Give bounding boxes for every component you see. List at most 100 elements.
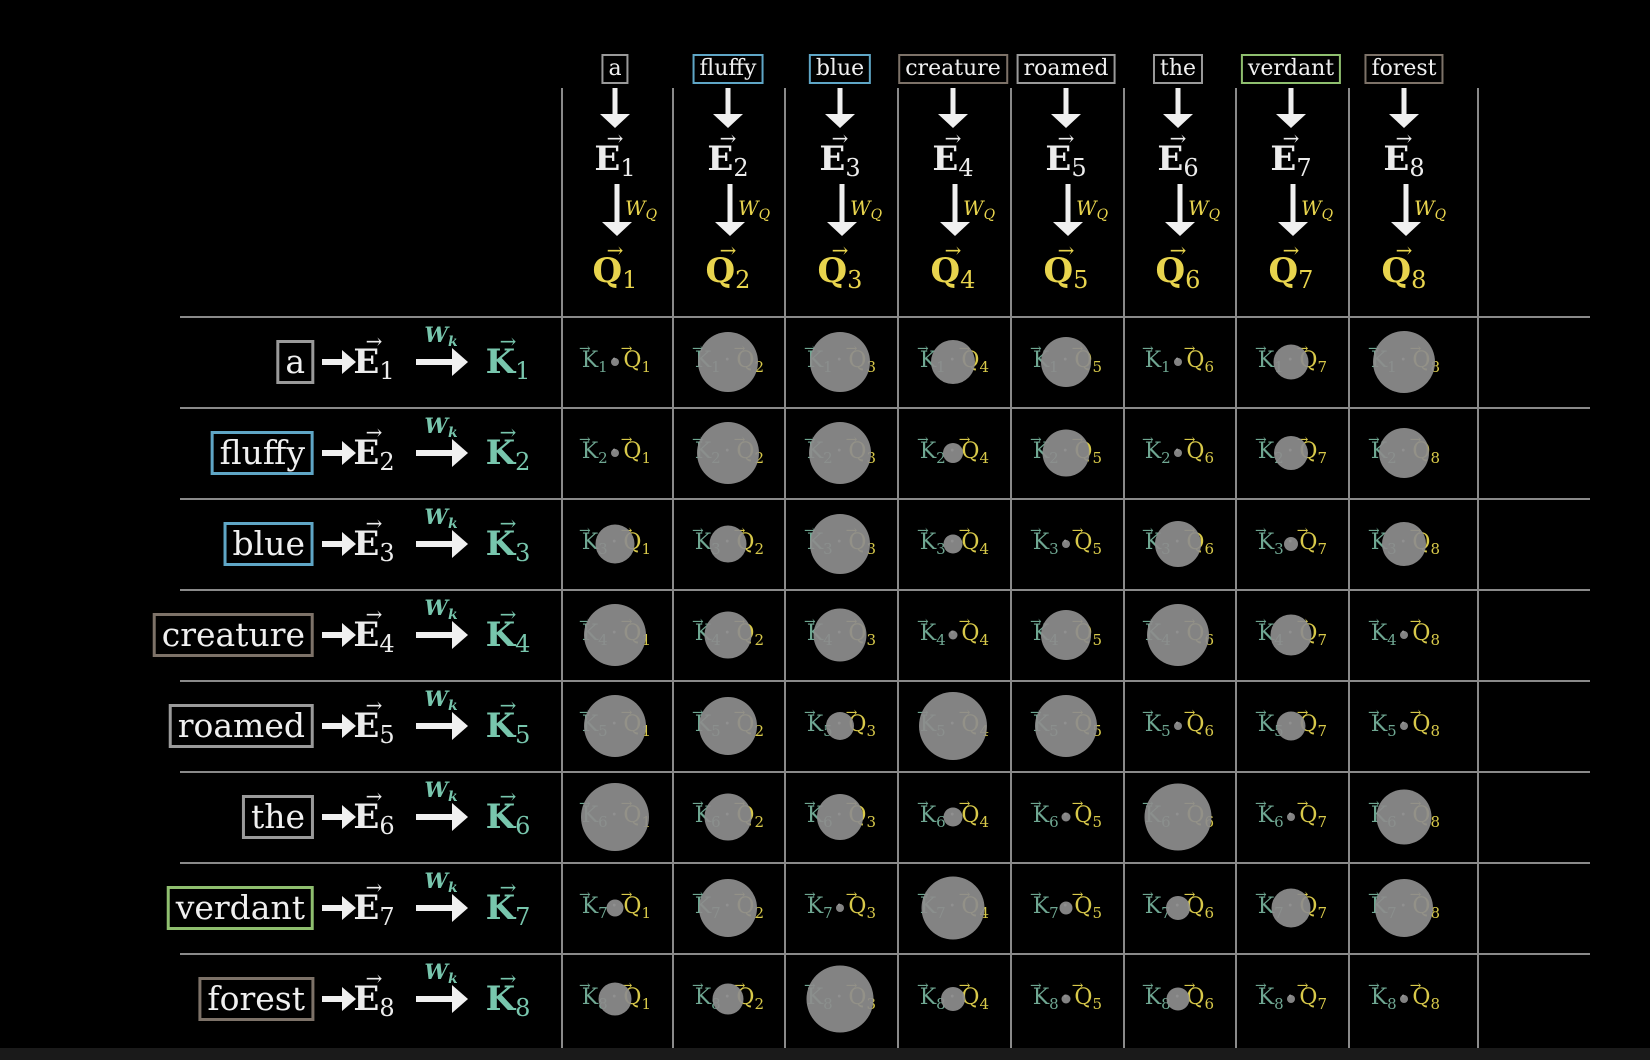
query-vector-5: → Q5 [1044,240,1089,292]
key-matrix-letter: W [424,959,448,984]
query-index: 4 [979,358,990,376]
dot-product-circle-r2c1 [611,449,619,457]
dot-product-circle-r1c6 [1174,358,1182,366]
right-arrow [322,532,356,556]
row-embedding-3-index: 3 [379,539,395,567]
down-arrow-head [827,222,857,236]
vec-arrow: → [691,978,704,994]
key-index: 3 [1274,540,1284,558]
key-matrix-sub: k [447,607,458,623]
column-embedding-3: → E3 [819,128,860,180]
grid-vline [897,88,899,1048]
query-vector-7-index: 7 [1298,266,1314,294]
grid-vline [1010,88,1012,1048]
row-embedding-5-arrow: → [365,693,383,717]
query-symbol: →Q1 [621,432,652,467]
key-index: 4 [1387,631,1397,649]
vec-arrow: → [845,887,858,903]
query-symbol: →Q8 [1410,614,1440,649]
dot-product-circle-r5c6 [1174,722,1182,730]
vec-arrow: → [1296,796,1309,812]
key-index: 1 [598,358,608,376]
dot-product-circle-r6c2 [704,793,752,841]
dot-product-circle-r3c2 [709,525,747,563]
query-symbol: →Q7 [1297,978,1328,1013]
vec-arrow: → [1071,523,1084,539]
right-arrow [416,803,468,831]
key-matrix-sub: k [447,425,458,441]
vec-arrow: → [578,341,591,357]
query-index: 4 [979,631,990,649]
key-vector-4: → K4 [486,604,531,656]
query-matrix-letter: W [963,196,984,220]
dot-product-circle-r8c8 [1400,995,1408,1003]
query-matrix-sub: Q [1434,207,1447,223]
query-index: 7 [1317,995,1328,1013]
grid-hline [180,680,1590,682]
query-symbol: →Q4 [959,523,989,558]
query-index: 4 [979,995,990,1013]
column-token-6: the [1152,54,1204,84]
query-matrix-letter: W [1188,196,1209,220]
dot-product-circle-r4c6 [1147,604,1209,666]
dot-product-circle-r7c6 [1166,896,1190,920]
query-matrix-letter: W [1414,196,1435,220]
right-arrow [416,621,468,649]
right-arrow [322,623,356,647]
query-matrix-label-4: WQ [963,196,995,223]
vec-arrow: → [1141,341,1154,357]
dot-product-circle-r4c5 [1041,610,1091,660]
dot-product-circle-r2c8 [1379,428,1429,478]
grid-hline [180,407,1590,409]
query-index: 1 [641,540,652,558]
vec-arrow: → [803,887,816,903]
vec-arrow: → [1141,705,1154,721]
query-symbol: →Q4 [959,432,989,467]
grid-hline [180,316,1590,318]
key-vector-1-arrow: → [499,329,517,353]
dot-product-circle-r5c5 [1035,695,1097,757]
query-vector-1-index: 1 [622,266,638,294]
vec-arrow: → [916,432,929,448]
query-index: 1 [641,358,652,376]
row-embedding-7-arrow: → [365,875,383,899]
query-index: 5 [1092,358,1103,376]
query-symbol: →Q5 [1072,887,1102,922]
query-index: 1 [641,449,652,467]
query-vector-4: → Q4 [931,240,976,292]
dot-product-circle-r6c7 [1287,813,1295,821]
query-matrix-sub: Q [1096,207,1109,223]
key-matrix-letter: W [424,868,448,893]
dot-product-circle-r1c8 [1373,331,1435,393]
key-symbol: →K6 [1030,796,1059,831]
key-vector-7: → K7 [486,877,531,929]
key-vector-3-index: 3 [515,539,531,567]
key-symbol: →K2 [579,432,608,467]
row-token-5: roamed [168,704,314,748]
query-vector-5-arrow: → [1057,238,1075,262]
dot-product-circle-r8c6 [1166,987,1190,1011]
key-symbol: →K2 [1142,432,1171,467]
query-vector-6: → Q6 [1156,240,1201,292]
query-matrix-label-2: WQ [738,196,770,223]
query-symbol: →Q5 [1072,978,1102,1013]
key-index: 3 [1049,540,1059,558]
down-arrow [713,88,743,128]
vec-arrow: → [1254,887,1267,903]
vec-arrow: → [916,978,929,994]
key-index: 8 [1274,995,1284,1013]
query-index: 6 [1204,449,1215,467]
key-vector-7-arrow: → [499,875,517,899]
query-matrix-letter: W [738,196,759,220]
vec-arrow: → [1071,796,1084,812]
dot-product-circle-r5c2 [699,697,757,755]
query-matrix-letter: W [850,196,871,220]
query-index: 6 [1204,904,1215,922]
column-token-4: creature [898,54,1008,84]
query-symbol: →Q6 [1184,341,1214,376]
column-embedding-2-arrow: → [719,126,737,150]
right-arrow-head [452,439,468,467]
vec-arrow: → [1367,432,1380,448]
grid-hline [180,862,1590,864]
key-matrix-label-7: Wk [424,868,457,896]
